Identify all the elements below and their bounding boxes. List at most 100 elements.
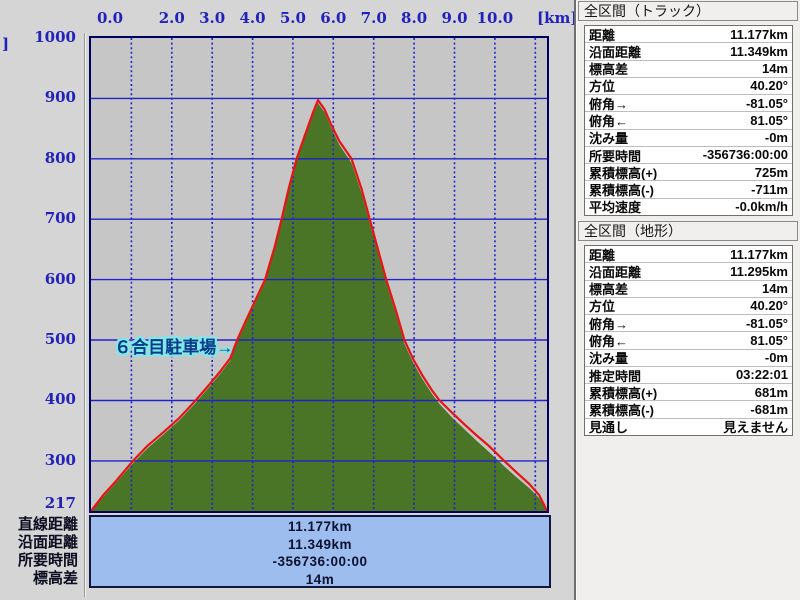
stat-label: 標高差 (585, 281, 628, 298)
stat-row: 俯角← 81.05° (585, 112, 792, 129)
stat-value: 11.177km (730, 27, 792, 42)
stat-value: 03:22:01 (736, 367, 792, 382)
stat-label: 標高差 (585, 61, 628, 78)
panel-title-track: 全区間（トラック） (578, 1, 798, 21)
terrain-area (91, 103, 547, 511)
summary-value: 14m (91, 571, 549, 589)
stat-row: 俯角→-81.05° (585, 315, 792, 332)
y-axis-tick-label: 217 (16, 495, 76, 512)
stat-label: 見通し (585, 419, 628, 435)
stat-label: 累積標高(-) (585, 401, 654, 418)
stat-label: 平均速度 (585, 199, 641, 215)
summary-value: -356736:00:00 (91, 553, 549, 571)
y-axis-tick-label: 300 (16, 452, 76, 469)
stat-value: -81.05° (746, 316, 792, 331)
summary-label: 直線距離 (0, 516, 78, 534)
stat-row: 推定時間 03:22:01 (585, 367, 792, 384)
elevation-chart-region: ] [km] 0.0 2.03.04.05.06.07.08.09.010.0 1… (0, 0, 575, 600)
stat-value: 14m (762, 281, 792, 296)
stat-label: 距離 (585, 246, 615, 263)
x-axis-tick-label: 0.0 (88, 10, 132, 27)
stats-table-terrain: 距離 11.177km沿面距離11.295km標高差 14m 方位 40.20° 俯角→-… (584, 245, 793, 436)
stat-value: 81.05° (750, 333, 792, 348)
summary-label: 所要時間 (0, 552, 78, 570)
stat-row: 累積標高(-) -711m (585, 181, 792, 198)
y-axis-tick-label: 900 (16, 89, 76, 106)
stat-row: 沈み量 -0m (585, 130, 792, 147)
stat-value: 11.177km (730, 247, 792, 262)
x-axis-tick-label: 3.0 (190, 10, 234, 27)
stat-value: -356736:00:00 (703, 147, 792, 162)
stat-label: 俯角← (585, 332, 628, 349)
x-axis-tick-label: 8.0 (392, 10, 436, 27)
y-axis-tick-label: 1000 (16, 29, 76, 46)
stat-row: 俯角→-81.05° (585, 95, 792, 112)
stats-table-track: 距離 11.177km 沿面距離 11.349km 標高差14m方位 40.20° 俯角→-… (584, 25, 793, 216)
stat-label: 所要時間 (585, 147, 641, 164)
stat-label: 沿面距離 (585, 263, 641, 280)
x-axis-tick-label: 2.0 (150, 10, 194, 27)
elevation-plot-canvas[interactable]: ６合目駐車場→ (89, 36, 549, 513)
stat-value: 681m (755, 385, 792, 400)
y-axis-tick-label: 500 (16, 331, 76, 348)
stat-label: 方位 (585, 78, 615, 95)
y-axis-unit-clipped: ] (2, 36, 9, 53)
x-axis-unit-label: [km] (537, 10, 577, 27)
stat-label: 方位 (585, 298, 615, 315)
summary-label: 標高差 (0, 570, 78, 588)
stat-value: 40.20° (750, 298, 792, 313)
stat-row: 累積標高(+) 725m (585, 164, 792, 181)
stat-value: 725m (755, 165, 792, 180)
stat-label: 沈み量 (585, 130, 628, 147)
stat-label: 累積標高(+) (585, 164, 657, 181)
x-axis-tick-label: 4.0 (231, 10, 275, 27)
stat-row: 方位 40.20° (585, 298, 792, 315)
stat-value: -681m (750, 402, 792, 417)
stat-value: 11.349km (730, 44, 792, 59)
stat-label: 推定時間 (585, 367, 641, 384)
stat-row: 平均速度 -0.0km/h (585, 199, 792, 215)
y-axis-tick-label: 700 (16, 210, 76, 227)
stat-row: 標高差14m (585, 61, 792, 78)
stat-value: -0.0km/h (735, 199, 792, 214)
stat-label: 累積標高(+) (585, 384, 657, 401)
summary-value: 11.177km (91, 518, 549, 536)
y-axis-tick-label: 800 (16, 150, 76, 167)
stat-value: 見えません (723, 419, 792, 435)
elevation-plot-svg (91, 38, 547, 511)
stat-value: 40.20° (750, 78, 792, 93)
stat-row: 沈み量-0m (585, 350, 792, 367)
stat-row: 見通し 見えません (585, 419, 792, 435)
stat-row: 累積標高(-) -681m (585, 401, 792, 418)
stat-value: 81.05° (750, 113, 792, 128)
stat-value: -81.05° (746, 96, 792, 111)
waypoint-annotation: ６合目駐車場→ (114, 338, 233, 358)
x-axis-tick-label: 6.0 (311, 10, 355, 27)
x-axis-tick-label: 7.0 (352, 10, 396, 27)
stat-row: 距離 11.177km (585, 246, 792, 263)
panel-title-terrain: 全区間（地形） (578, 221, 798, 241)
stat-label: 俯角← (585, 112, 628, 129)
pane-groove-light (85, 33, 86, 597)
stat-row: 沿面距離11.295km (585, 263, 792, 280)
stat-value: -0m (765, 130, 792, 145)
stat-row: 俯角← 81.05° (585, 332, 792, 349)
y-axis-tick-label: 400 (16, 391, 76, 408)
stat-row: 累積標高(+) 681m (585, 384, 792, 401)
stat-label: 距離 (585, 26, 615, 43)
stat-label: 累積標高(-) (585, 181, 654, 198)
stat-value: -711m (751, 182, 792, 197)
stat-row: 沿面距離 11.349km (585, 43, 792, 60)
stat-row: 所要時間 -356736:00:00 (585, 147, 792, 164)
x-axis-tick-label: 10.0 (473, 10, 517, 27)
stat-row: 方位 40.20° (585, 78, 792, 95)
stat-label: 沿面距離 (585, 43, 641, 60)
stat-row: 距離 11.177km (585, 26, 792, 43)
stat-row: 標高差 14m (585, 281, 792, 298)
summary-box: 11.177km11.349km-356736:00:0014m (89, 515, 551, 588)
x-axis-tick-label: 5.0 (271, 10, 315, 27)
summary-label: 沿面距離 (0, 534, 78, 552)
gps-profile-window: ] [km] 0.0 2.03.04.05.06.07.08.09.010.0 1… (0, 0, 800, 600)
x-axis-tick-label: 9.0 (433, 10, 477, 27)
stat-label: 沈み量 (585, 350, 628, 367)
